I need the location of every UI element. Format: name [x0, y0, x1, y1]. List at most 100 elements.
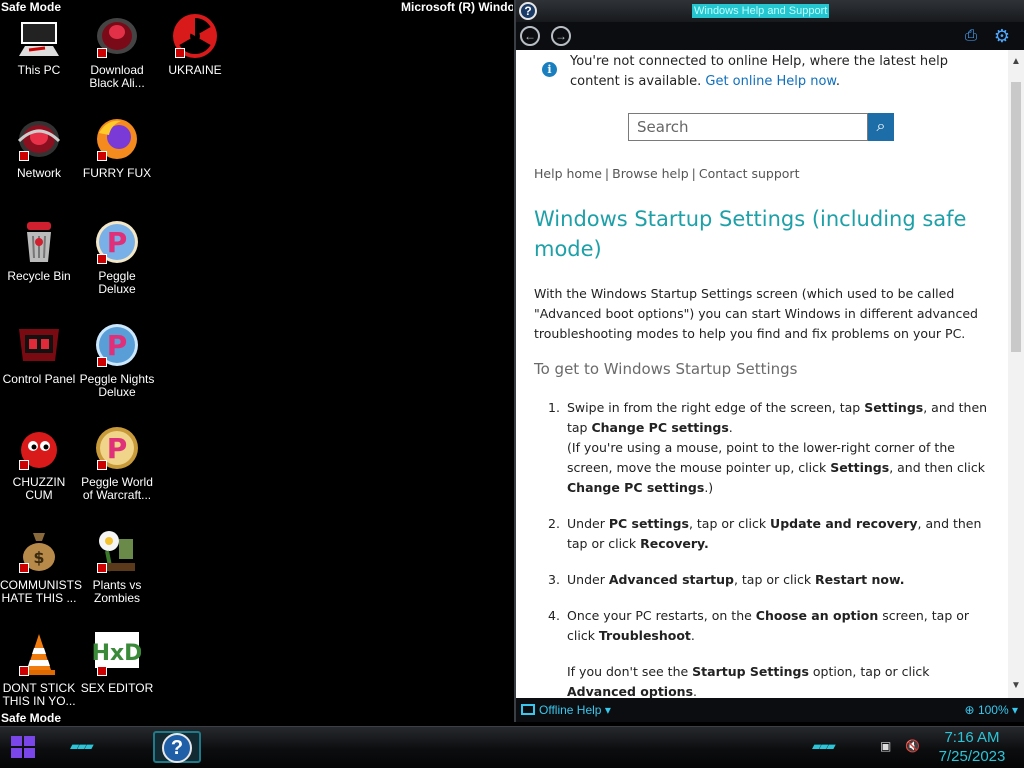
icon-label: Peggle Deluxe — [98, 269, 136, 296]
volume-muted-icon[interactable]: 🔇 — [905, 739, 920, 753]
shortcut-overlay-icon — [97, 254, 107, 264]
peggle-nights-icon: P — [93, 321, 141, 369]
control-panel-icon — [15, 321, 63, 369]
shortcut-overlay-icon — [175, 48, 185, 58]
svg-text:P: P — [107, 432, 128, 465]
desktop-icon-communists[interactable]: $ COMMUNISTS HATE THIS ... — [0, 527, 82, 605]
forward-arrow-icon[interactable]: → — [551, 26, 571, 46]
radiation-icon — [171, 12, 219, 60]
list-item: 1. Swipe in from the right edge of the s… — [548, 400, 988, 495]
shortcut-overlay-icon — [97, 48, 107, 58]
icon-label: CHUZZIN CUM — [12, 475, 66, 502]
windows-start-icon[interactable] — [11, 736, 37, 760]
safe-mode-label-bottom: Safe Mode — [1, 711, 62, 725]
contact-support-link[interactable]: Contact support — [699, 166, 800, 181]
shortcut-overlay-icon — [97, 666, 107, 676]
svg-text:P: P — [107, 226, 128, 259]
zoom-icon: ⊕ — [964, 703, 975, 717]
intro-paragraph: With the Windows Startup Settings screen… — [534, 286, 978, 341]
help-content: i You're not connected to online Help, w… — [516, 50, 1008, 698]
desktop-icon-peggle-wow[interactable]: P Peggle World of Warcraft... — [78, 424, 156, 502]
shortcut-overlay-icon — [97, 460, 107, 470]
clock-date[interactable]: 7/25/2023 — [930, 748, 1014, 765]
taskbar-decoration-icon: ▰▰▰ — [70, 739, 94, 753]
desktop-icon-plants-vs-zombies[interactable]: Plants vs Zombies — [78, 527, 156, 605]
help-home-link[interactable]: Help home — [534, 166, 602, 181]
list-item: 2. Under PC settings, tap or click Updat… — [548, 516, 982, 551]
shortcut-overlay-icon — [97, 563, 107, 573]
plants-vs-zombies-icon — [93, 527, 141, 575]
help-title-bar[interactable]: ? Windows Help and Support — [516, 0, 1024, 22]
peggle-icon: P — [93, 218, 141, 266]
scroll-thumb[interactable] — [1011, 82, 1021, 352]
taskbar-help-button[interactable]: ? — [153, 731, 201, 763]
icon-label: Download Black Ali... — [89, 63, 145, 90]
clock-time[interactable]: 7:16 AM — [930, 729, 1014, 746]
icon-label: FURRY FUX — [82, 166, 152, 180]
desktop-icon-control-panel[interactable]: Control Panel — [0, 321, 78, 386]
steps-list: 1. Swipe in from the right edge of the s… — [548, 398, 988, 698]
icon-label: This PC — [17, 63, 61, 77]
list-item: 4. Once your PC restarts, on the Choose … — [548, 608, 970, 698]
shortcut-overlay-icon — [97, 151, 107, 161]
icon-label: Recycle Bin — [7, 269, 71, 283]
shortcut-overlay-icon — [19, 151, 29, 161]
get-online-help-link[interactable]: Get online Help now — [705, 74, 836, 89]
scroll-up-icon[interactable]: ▲ — [1008, 56, 1024, 68]
recycle-bin-icon — [15, 218, 63, 266]
icon-label: COMMUNISTS HATE THIS ... — [0, 578, 82, 605]
section-heading: To get to Windows Startup Settings — [534, 360, 798, 378]
help-icon: ? — [162, 733, 192, 763]
icon-label: Peggle Nights Deluxe — [79, 372, 155, 399]
help-app-icon: ? — [519, 2, 537, 20]
zoom-dropdown[interactable]: ⊕ 100% ▾ — [965, 702, 1018, 718]
taskbar-decoration-icon: ▰▰▰ — [812, 739, 836, 753]
desktop-icon-dont-stick[interactable]: DONT STICK THIS IN YO... — [0, 630, 78, 708]
computer-icon — [15, 12, 63, 60]
desktop-icon-network[interactable]: Network — [0, 115, 78, 180]
offline-help-dropdown[interactable]: Offline Help ▾ — [521, 702, 611, 718]
desktop-icon-furry-fux[interactable]: FURRY FUX — [78, 115, 156, 180]
desktop-icon-download-black-ali[interactable]: Download Black Ali... — [78, 12, 156, 90]
chuzzle-icon — [15, 424, 63, 472]
hxd-editor-icon: HxD — [93, 630, 141, 678]
offline-notice: i You're not connected to online Help, w… — [542, 52, 972, 92]
desktop-icon-sex-editor[interactable]: HxD SEX EDITOR — [78, 630, 156, 695]
help-window-title: Windows Help and Support — [692, 4, 830, 18]
icon-label: UKRAINE — [168, 63, 222, 77]
desktop-icon-peggle-nights[interactable]: P Peggle Nights Deluxe — [78, 321, 156, 399]
search-field[interactable] — [628, 113, 868, 141]
shortcut-overlay-icon — [19, 666, 29, 676]
firefox-icon — [93, 115, 141, 163]
browse-help-link[interactable]: Browse help — [612, 166, 689, 181]
scroll-down-icon[interactable]: ▼ — [1008, 680, 1024, 692]
search-icon[interactable]: ⌕ — [868, 113, 894, 141]
desktop-icon-chuzzin[interactable]: CHUZZIN CUM — [0, 424, 78, 502]
icon-label: DONT STICK THIS IN YO... — [2, 681, 76, 708]
back-arrow-icon[interactable]: ← — [520, 26, 540, 46]
print-icon[interactable]: ⎙ — [962, 27, 980, 45]
taskbar: ▰▰▰ ? ▰▰▰ ▣ 🔇 7:16 AM 7/25/2023 — [0, 726, 1024, 768]
shortcut-overlay-icon — [19, 563, 29, 573]
gear-icon[interactable]: ⚙ — [992, 26, 1012, 46]
network-tray-icon[interactable]: ▣ — [880, 739, 891, 753]
vertical-scrollbar[interactable]: ▲ ▼ — [1008, 50, 1024, 698]
desktop-icon-ukraine[interactable]: UKRAINE — [156, 12, 234, 77]
network-icon — [15, 115, 63, 163]
svg-text:HxD: HxD — [93, 641, 141, 666]
desktop-icon-this-pc[interactable]: This PC — [0, 12, 78, 77]
money-bag-icon: $ — [15, 527, 63, 575]
peggle-wow-icon: P — [93, 424, 141, 472]
page-title: Windows Startup Settings (including safe… — [534, 207, 967, 261]
help-toolbar: ← → ⎙ ⚙ — [516, 22, 1024, 50]
desktop-icon-peggle-deluxe[interactable]: P Peggle Deluxe — [78, 218, 156, 296]
build-watermark: Microsoft (R) Windo — [401, 0, 513, 14]
icon-label: Control Panel — [2, 372, 76, 386]
shortcut-overlay-icon — [19, 460, 29, 470]
desktop-icon-recycle-bin[interactable]: Recycle Bin — [0, 218, 78, 283]
help-status-bar: Offline Help ▾ ⊕ 100% ▾ — [516, 698, 1024, 722]
shortcut-overlay-icon — [97, 357, 107, 367]
search-input[interactable] — [629, 114, 867, 140]
svg-text:P: P — [107, 329, 128, 362]
list-item: 3. Under Advanced startup, tap or click … — [548, 572, 905, 587]
